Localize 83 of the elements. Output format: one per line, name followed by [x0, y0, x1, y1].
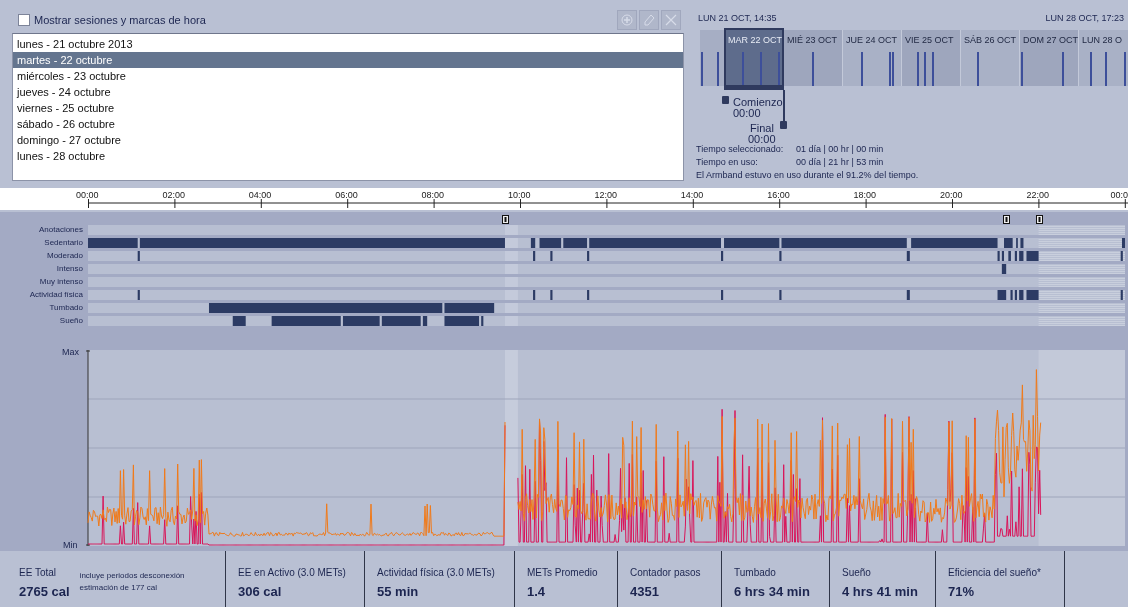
usage-marks-drawing: [742, 52, 780, 86]
day-segment[interactable]: VIE 25 OCT: [901, 30, 960, 86]
day-segment[interactable]: LUN 28 O: [1078, 30, 1128, 86]
stat-label: Eficiencia del sueño*: [948, 566, 1041, 580]
row-label: Anotaciones: [37, 224, 84, 236]
stat-note: incluye periodos desconexión: [79, 570, 185, 582]
close-icon: [665, 14, 677, 26]
handle-line: [783, 90, 785, 122]
day-list-item[interactable]: jueves - 24 octubre: [13, 84, 683, 100]
time-label: 00:00: [76, 189, 99, 202]
stat-label: Contador pasos: [630, 566, 701, 580]
day-list-item[interactable]: martes - 22 octubre: [13, 52, 683, 68]
annotation-marker-icon: [1035, 215, 1043, 224]
pencil-icon: [643, 14, 655, 26]
day-segment[interactable]: MAR 22 OCT: [724, 30, 783, 86]
plus-icon: [621, 14, 633, 26]
stat-value: 6 hrs 34 min: [734, 583, 810, 601]
annotation-marker-icon: [501, 215, 509, 224]
usage-marks-drawing: [1021, 52, 1064, 86]
usage-marks-drawing: [861, 52, 894, 86]
row-label: Tumbado: [48, 302, 84, 314]
time-label: 10:00: [508, 189, 531, 202]
stat-label: EE Total: [19, 566, 58, 580]
day-segment[interactable]: SÁB 26 OCT: [960, 30, 1019, 86]
time-label: 08:00: [421, 189, 445, 202]
row-label: Sueño: [58, 315, 84, 327]
stat-label: EE en Activo (3.0 METs): [238, 566, 346, 580]
usage-note: El Armband estuvo en uso durante el 91.2% del tiempo.: [696, 169, 919, 182]
stat-value: 4 hrs 41 min: [842, 583, 918, 601]
annotation-marker-icon: [1003, 215, 1011, 224]
stat-value: 306 cal: [238, 583, 283, 601]
day-list-item[interactable]: miércoles - 23 octubre: [13, 68, 683, 84]
stat-value: 4351: [630, 583, 660, 601]
day-segment[interactable]: MIÉ 23 OCT: [783, 30, 842, 86]
time-label: 12:00: [594, 189, 617, 202]
stat-note: estimación de 177 cal: [79, 582, 158, 594]
stat-label: Tumbado: [734, 566, 777, 580]
day-list-item[interactable]: lunes - 28 octubre: [13, 148, 683, 164]
start-handle-label: Comienzo: [733, 95, 783, 109]
end-handle-label: Final: [750, 121, 774, 135]
time-label: 14:00: [680, 189, 704, 202]
time-label: 04:00: [248, 189, 272, 202]
time-label: 22:00: [1026, 189, 1049, 202]
day-list-item[interactable]: domingo - 27 octubre: [13, 132, 683, 148]
time-label: 16:00: [767, 189, 790, 202]
usage-marks-drawing: [1090, 52, 1126, 86]
time-label: 06:00: [335, 189, 358, 202]
row-label: Intenso: [55, 263, 84, 275]
row-label: Actividad física: [28, 289, 84, 301]
day-segment[interactable]: DOM 27 OCT: [1019, 30, 1078, 86]
time-label: 18:00: [853, 189, 877, 202]
summary-value: 00 día | 21 hr | 53 min: [796, 156, 884, 169]
day-list-item[interactable]: sábado - 26 octubre: [13, 116, 683, 132]
stat-label: METs Promedio: [527, 566, 598, 580]
start-date-label: LUN 21 OCT, 14:35: [698, 12, 777, 25]
usage-marks-drawing: [700, 52, 720, 86]
time-label: 02:00: [162, 189, 185, 202]
stat-value: 55 min: [377, 583, 420, 601]
checkbox[interactable]: [18, 14, 30, 26]
end-handle[interactable]: [780, 121, 787, 129]
stat-label: Sueño: [842, 566, 872, 580]
start-handle[interactable]: [722, 96, 729, 104]
stat-value: 71%: [948, 583, 976, 601]
stat-value: 2765 cal: [19, 583, 70, 601]
summary-value: 01 día | 00 hr | 00 min: [796, 143, 884, 156]
end-handle-time: 00:00: [748, 132, 776, 145]
day-list-item[interactable]: lunes - 21 octubre 2013: [13, 36, 683, 52]
day-list-item[interactable]: viernes - 25 octubre: [13, 100, 683, 116]
time-label: 00:0: [1110, 189, 1128, 202]
usage-marks-drawing: [917, 52, 934, 86]
end-date-label: LUN 28 OCT, 17:23: [1045, 12, 1124, 25]
row-label: Moderado: [45, 250, 84, 262]
row-label: Sedentario: [43, 237, 84, 249]
max-label: Max: [62, 346, 79, 359]
min-label: Min: [63, 538, 78, 552]
row-label: Muy intenso: [38, 276, 84, 288]
summary-label: Tiempo en uso:: [696, 156, 759, 169]
time-label: 20:00: [940, 189, 963, 202]
stat-label: Actividad física (3.0 METs): [377, 566, 495, 580]
summary-label: Tiempo seleccionado:: [696, 143, 785, 156]
stat-value: 1.4: [527, 583, 547, 601]
start-handle-time: 00:00: [733, 106, 761, 121]
checkbox-label: Mostrar sesiones y marcas de hora: [34, 12, 206, 28]
